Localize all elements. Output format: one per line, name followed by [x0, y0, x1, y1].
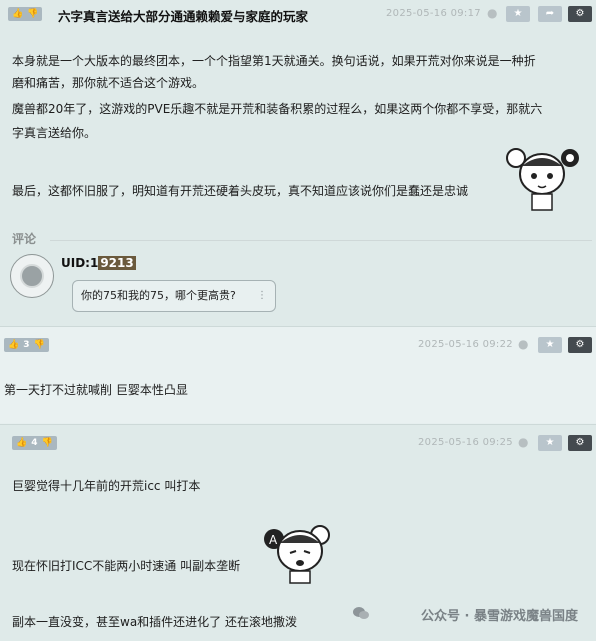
- settings-button[interactable]: ⚙: [568, 435, 592, 451]
- share-icon: ➦: [545, 8, 555, 19]
- thumb-down-icon[interactable]: 👎: [33, 338, 44, 352]
- comment-bubble: 你的75和我的75，哪个更高贵? ⋮: [72, 280, 276, 312]
- uid-highlight: 9213: [98, 256, 136, 270]
- thumb-down-icon[interactable]: 👎: [27, 7, 38, 21]
- post-timestamp: 2025-05-16 09:25: [418, 437, 513, 448]
- star-icon: ★: [545, 339, 555, 350]
- apple-icon: ●: [518, 435, 529, 449]
- post-line: 字真言送给你。: [12, 126, 97, 140]
- post-line: 副本一直没变，甚至wa和插件还进化了 还在滚地撒泼: [12, 615, 297, 629]
- favorite-button[interactable]: ★: [506, 6, 530, 22]
- favorite-button[interactable]: ★: [538, 435, 562, 451]
- avatar-icon: [20, 264, 44, 288]
- vote-widget[interactable]: 👍 4 👎: [12, 436, 57, 450]
- post-timestamp: 2025-05-16 09:17: [386, 8, 481, 19]
- comment-uid[interactable]: UID:1 9213: [61, 256, 136, 270]
- post-card: 👍 👎 六字真言送给大部分通通赖赖爱与家庭的玩家 2025-05-16 09:1…: [0, 0, 596, 326]
- post-header: 👍 👎 六字真言送给大部分通通赖赖爱与家庭的玩家 2025-05-16 09:1…: [0, 0, 596, 28]
- divider: [50, 240, 592, 241]
- vote-widget[interactable]: 👍 👎: [8, 7, 43, 21]
- post-card: 👍 3 👎 2025-05-16 09:22 ● ★ ⚙ 第一天打不过就喊削 巨…: [0, 326, 596, 423]
- gear-icon: ⚙: [575, 8, 585, 19]
- post-line: 巨婴觉得十几年前的开荒icc 叫打本: [12, 479, 201, 493]
- post-timestamp: 2025-05-16 09:22: [418, 339, 513, 350]
- star-icon: ★: [545, 437, 555, 448]
- post-title: 六字真言送给大部分通通赖赖爱与家庭的玩家: [58, 9, 309, 24]
- post-line: 本身就是一个大版本的最终团本，一个个指望第1天就通关。换句话说，如果开荒对你来说…: [12, 54, 536, 68]
- vote-widget[interactable]: 👍 3 👎: [4, 338, 49, 352]
- uid-prefix: UID:1: [61, 256, 99, 270]
- thumb-down-icon[interactable]: 👎: [41, 436, 52, 450]
- settings-button[interactable]: ⚙: [568, 337, 592, 353]
- more-options-icon[interactable]: ⋮: [257, 281, 267, 311]
- star-icon: ★: [513, 8, 523, 19]
- sticker-image: A: [264, 525, 330, 584]
- post-header: 👍 4 👎 2025-05-16 09:25 ● ★ ⚙: [0, 429, 596, 457]
- vote-count: 4: [31, 438, 38, 448]
- post-header: 👍 3 👎 2025-05-16 09:22 ● ★ ⚙: [0, 331, 596, 359]
- thumb-up-icon[interactable]: 👍: [16, 436, 27, 450]
- thumb-up-icon[interactable]: 👍: [8, 338, 19, 352]
- share-button[interactable]: ➦: [538, 6, 562, 22]
- comments-label: 评论: [12, 232, 37, 246]
- watermark: 公众号 · 暴雪游戏魔兽国度: [421, 609, 578, 624]
- svg-text:A: A: [269, 533, 278, 547]
- vote-count: 3: [23, 340, 30, 350]
- comment-text: 你的75和我的75，哪个更高贵?: [81, 289, 236, 302]
- post-line: 最后，这都怀旧服了，明知道有开荒还硬着头皮玩，真不知道应该说你们是蠢还是忠诚: [12, 184, 469, 198]
- post-line: 现在怀旧打ICC不能两小时速通 叫副本垄断: [12, 559, 241, 573]
- post-line: 魔兽都20年了，这游戏的PVE乐趣不就是开荒和装备积累的过程么，如果这两个你都不…: [12, 102, 543, 116]
- wechat-icon: [353, 607, 369, 619]
- settings-button[interactable]: ⚙: [568, 6, 592, 22]
- avatar[interactable]: [10, 254, 54, 298]
- apple-icon: ●: [487, 6, 498, 20]
- apple-icon: ●: [518, 337, 529, 351]
- gear-icon: ⚙: [575, 339, 585, 350]
- favorite-button[interactable]: ★: [538, 337, 562, 353]
- post-line: 第一天打不过就喊削 巨婴本性凸显: [4, 383, 188, 397]
- thumb-up-icon[interactable]: 👍: [12, 7, 23, 21]
- sticker-image: [506, 148, 579, 211]
- gear-icon: ⚙: [575, 437, 585, 448]
- post-line: 磨和痛苦，那你就不适合这个游戏。: [12, 76, 205, 90]
